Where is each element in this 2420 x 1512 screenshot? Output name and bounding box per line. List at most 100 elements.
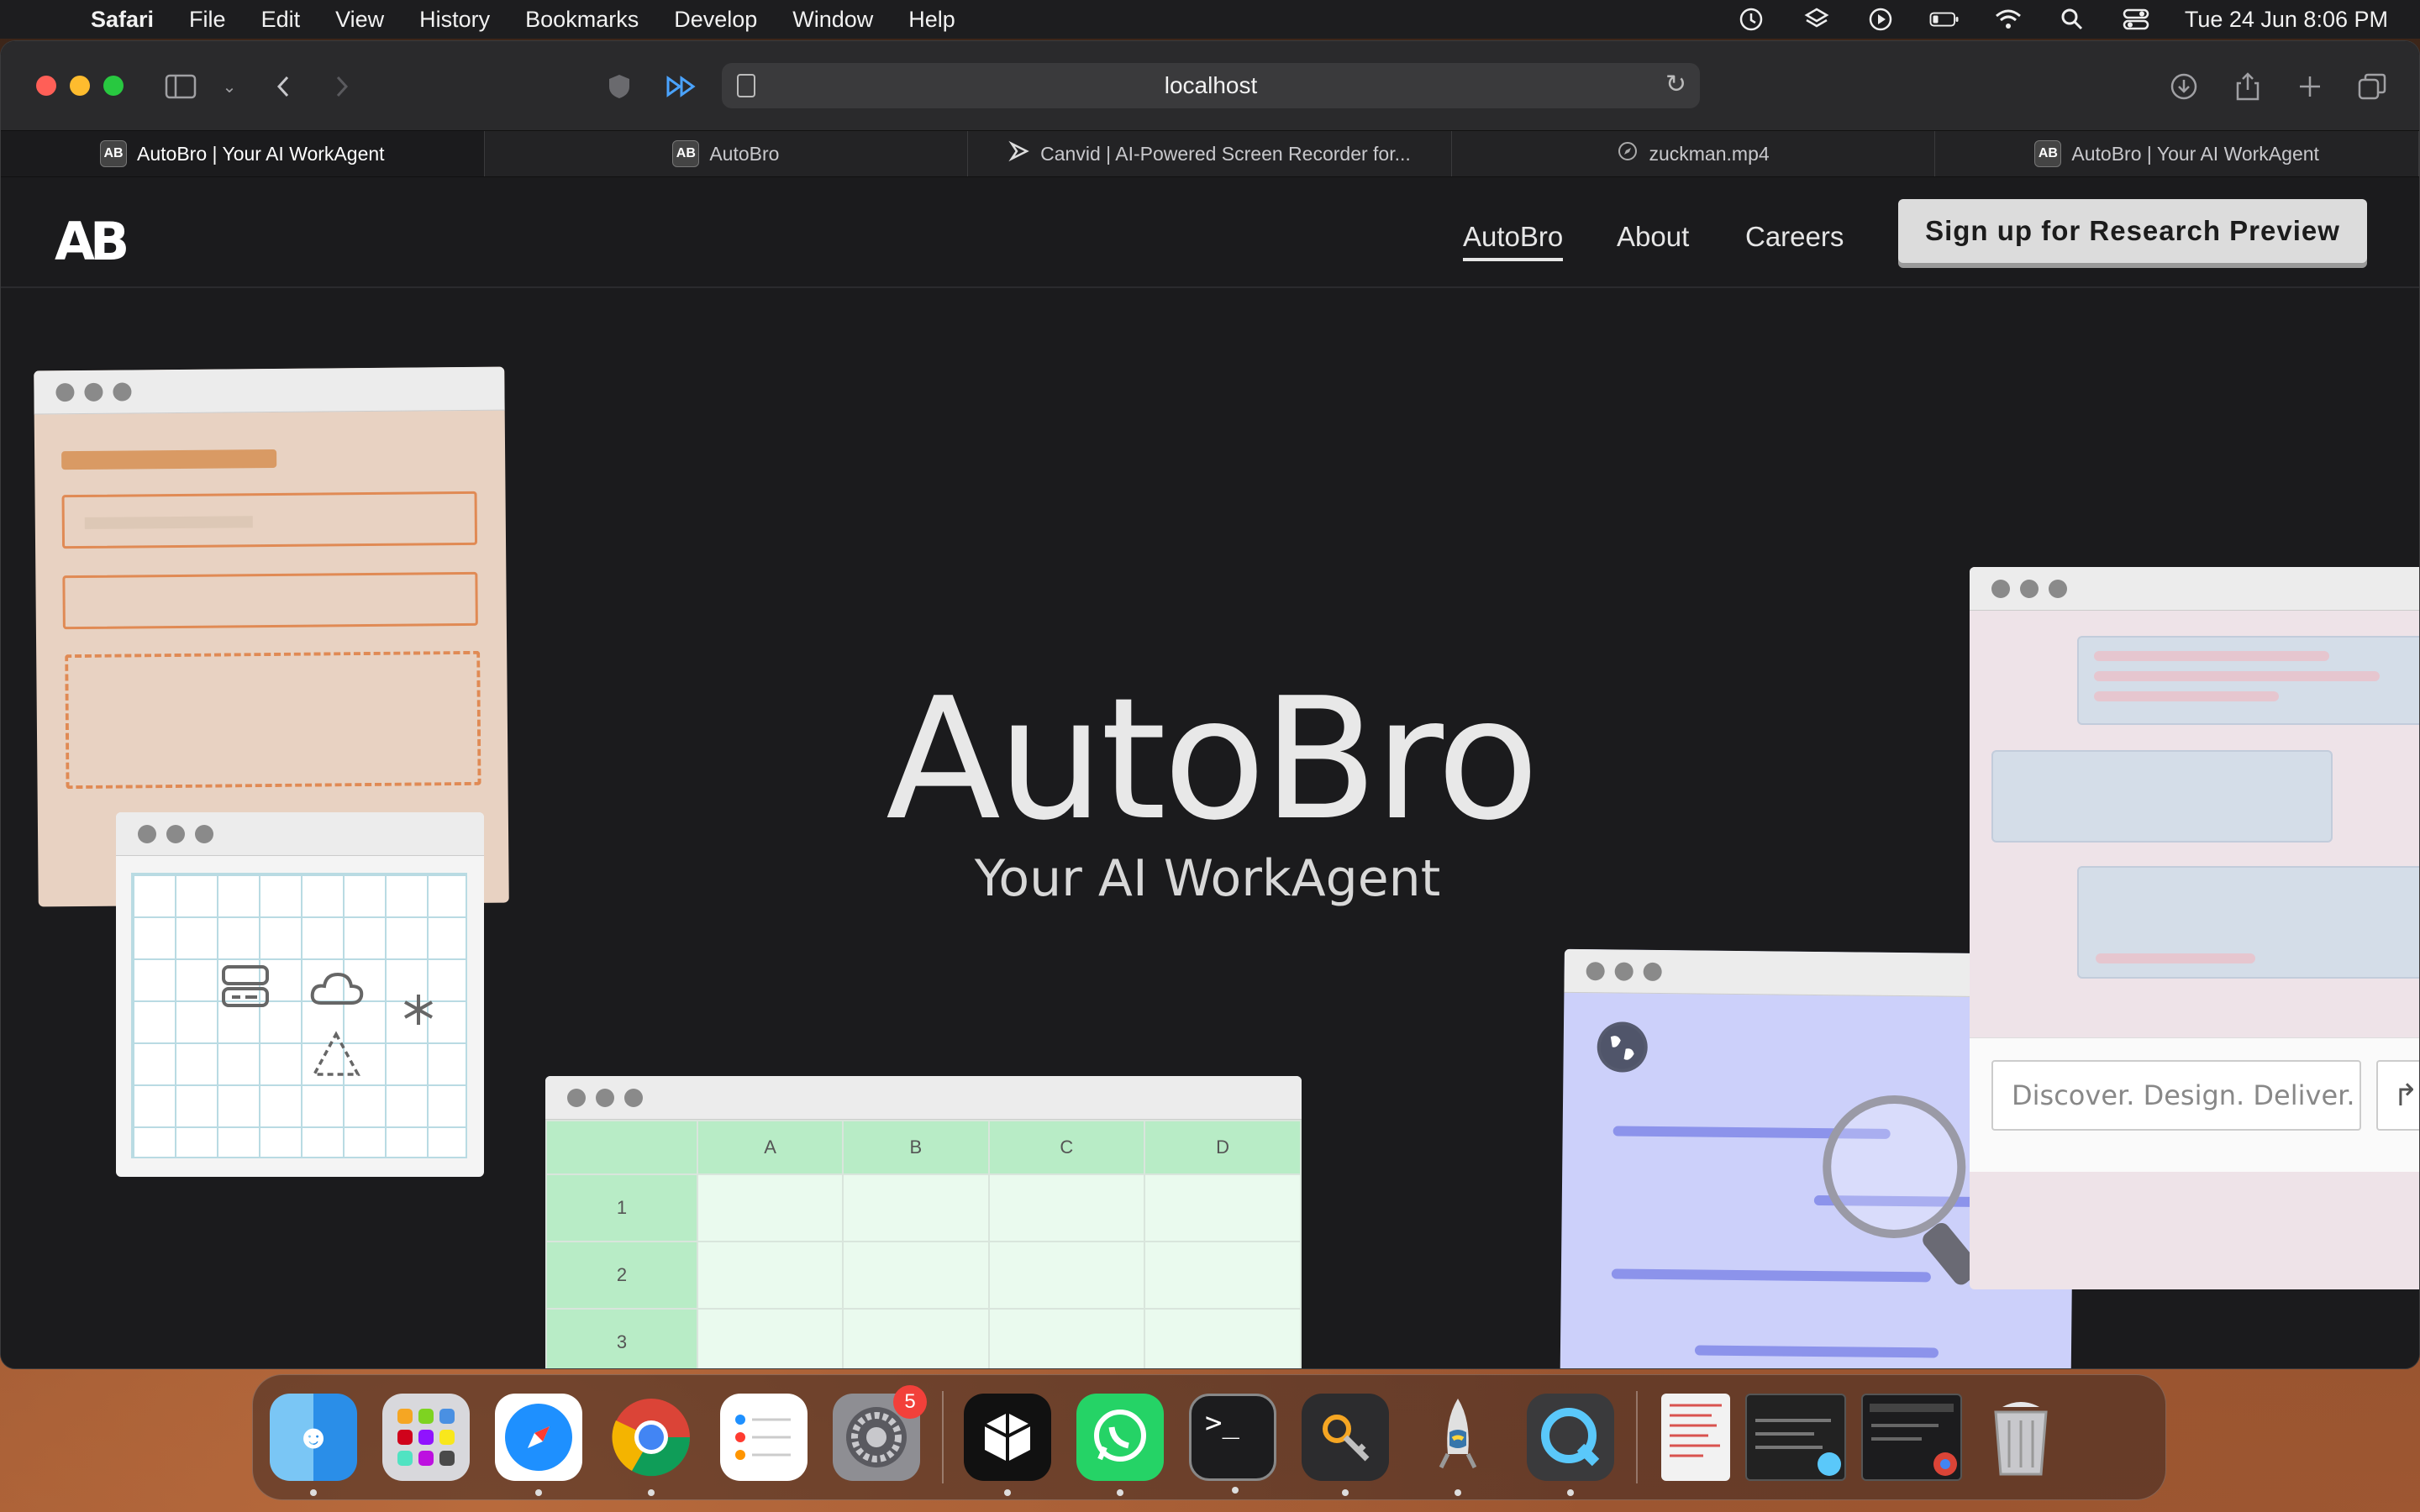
sheet-cell	[842, 1173, 990, 1242]
play-icon[interactable]	[1865, 8, 1896, 31]
zoom-window-button[interactable]	[103, 76, 124, 96]
dock-separator	[942, 1391, 944, 1483]
sheet-cell	[987, 1241, 1146, 1310]
nav-link-autobro[interactable]: AutoBro	[1463, 221, 1564, 261]
cloud-icon	[309, 967, 365, 1019]
chat-text-placeholder	[2094, 651, 2329, 661]
status-area: Tue 24 Jun 8:06 PM	[1738, 7, 2388, 33]
chat-text-placeholder	[2096, 953, 2255, 963]
row-header: 1	[545, 1173, 698, 1242]
menu-develop[interactable]: Develop	[674, 7, 757, 33]
privacy-shield-icon[interactable]	[602, 70, 636, 103]
reload-icon[interactable]: ↻	[1665, 70, 1686, 99]
dock-separator	[1636, 1391, 1638, 1483]
chrome-icon[interactable]	[608, 1394, 695, 1496]
downloads-icon[interactable]	[2167, 70, 2201, 103]
new-tab-icon[interactable]	[2293, 70, 2327, 103]
system-settings-icon[interactable]: 5	[833, 1385, 927, 1481]
sidebar-toggle-icon[interactable]	[164, 70, 197, 103]
tab-autobro-3[interactable]: AB AutoBro | Your AI WorkAgent	[1935, 131, 2419, 176]
tab-title: zuckman.mp4	[1649, 142, 1770, 165]
sheet-cell	[842, 1308, 990, 1368]
launchpad-icon[interactable]	[382, 1394, 470, 1481]
reminders-icon[interactable]	[720, 1394, 808, 1481]
fast-forward-extension-icon[interactable]	[665, 70, 698, 103]
minimize-window-button[interactable]	[70, 76, 90, 96]
autobro-logo[interactable]: AB	[55, 211, 129, 272]
research-preview-signup-button[interactable]: Sign up for Research Preview	[1898, 199, 2367, 263]
column-header: A	[696, 1120, 844, 1175]
wifi-icon[interactable]	[1993, 8, 2023, 31]
keychain-access-icon[interactable]	[1302, 1394, 1389, 1496]
safari-icon[interactable]	[495, 1394, 582, 1496]
web-page: AB AutoBro About Careers Sign up for Res…	[1, 179, 2419, 1368]
browser-toolbar: ⌄ localhost ↻	[1, 41, 2419, 130]
chat-input[interactable]: Discover. Design. Deliver.	[1991, 1060, 2361, 1131]
menu-help[interactable]: Help	[908, 7, 955, 33]
sheet-cell	[1144, 1308, 1302, 1368]
tab-title: Canvid | AI-Powered Screen Recorder for.…	[1040, 142, 1411, 165]
asterisk-icon	[402, 985, 435, 1037]
diagram-grid	[131, 873, 467, 1158]
menu-edit[interactable]: Edit	[261, 7, 301, 33]
chevron-down-icon[interactable]: ⌄	[213, 70, 246, 103]
tab-zuckman[interactable]: zuckman.mp4	[1452, 131, 1936, 176]
share-icon[interactable]	[2231, 70, 2265, 103]
trash-icon[interactable]	[1977, 1394, 2065, 1481]
menubar-clock[interactable]: Tue 24 Jun 8:06 PM	[2185, 7, 2388, 33]
document-thumbnail[interactable]	[1661, 1394, 1730, 1481]
autobro-favicon-icon: AB	[100, 140, 128, 167]
sheet-cell	[987, 1173, 1146, 1242]
nav-link-about[interactable]: About	[1617, 221, 1689, 253]
sheet-cell	[696, 1173, 844, 1242]
autobro-favicon-icon: AB	[672, 140, 700, 167]
screenshot-thumbnail[interactable]	[1745, 1394, 1846, 1481]
control-center-icon[interactable]	[2121, 8, 2151, 31]
window-titlebar	[1970, 567, 2419, 611]
nav-link-careers[interactable]: Careers	[1745, 221, 1844, 253]
back-icon[interactable]	[266, 70, 300, 103]
menu-app-name[interactable]: Safari	[91, 7, 154, 33]
forward-icon[interactable]	[325, 70, 359, 103]
menu-history[interactable]: History	[419, 7, 490, 33]
whatsapp-icon[interactable]	[1076, 1394, 1164, 1496]
sheet-cell	[1144, 1241, 1302, 1310]
tab-autobro-2[interactable]: AB AutoBro	[485, 131, 969, 176]
spotlight-search-icon[interactable]	[2057, 8, 2087, 31]
magnifier-icon	[1822, 1095, 1967, 1239]
browser-thumbnail[interactable]	[1861, 1394, 1962, 1481]
send-arrow-icon[interactable]: ↱	[2376, 1060, 2419, 1131]
quicktime-icon[interactable]	[1527, 1394, 1614, 1496]
finder-icon[interactable]: ☻	[270, 1394, 357, 1496]
row-header: 2	[545, 1241, 698, 1310]
form-field-placeholder	[61, 491, 478, 549]
autobro-favicon-icon: AB	[2034, 140, 2062, 167]
spreadsheet-illustration: A B C D 1 2 3 4	[545, 1076, 1302, 1368]
python-launcher-icon[interactable]	[1414, 1394, 1502, 1496]
menu-window[interactable]: Window	[792, 7, 873, 33]
battery-icon[interactable]	[1929, 8, 1960, 31]
close-window-button[interactable]	[36, 76, 56, 96]
column-header: B	[842, 1120, 990, 1175]
address-bar[interactable]: localhost ↻	[722, 63, 1700, 108]
menu-view[interactable]: View	[335, 7, 384, 33]
window-titlebar	[34, 366, 505, 415]
tab-autobro-1[interactable]: AB AutoBro | Your AI WorkAgent	[1, 131, 485, 176]
hero-subtitle: Your AI WorkAgent	[974, 849, 1441, 908]
terminal-icon[interactable]: >_	[1189, 1394, 1276, 1494]
form-heading-placeholder	[61, 449, 277, 470]
menu-file[interactable]: File	[189, 7, 226, 33]
time-machine-icon[interactable]	[1738, 8, 1768, 31]
menu-bar: Safari File Edit View History Bookmarks …	[0, 0, 2420, 39]
spreadsheet-table: A B C D 1 2 3 4	[545, 1120, 1302, 1368]
sheet-cell	[696, 1241, 844, 1310]
server-icon	[220, 962, 271, 1023]
layers-icon[interactable]	[1802, 8, 1832, 31]
result-line-placeholder	[1694, 1345, 1939, 1358]
tab-canvid[interactable]: Canvid | AI-Powered Screen Recorder for.…	[968, 131, 1452, 176]
page-menu-icon[interactable]	[737, 74, 755, 97]
sheet-cell	[842, 1241, 990, 1310]
menu-bookmarks[interactable]: Bookmarks	[525, 7, 639, 33]
tab-overview-icon[interactable]	[2355, 70, 2389, 103]
perplexity-icon[interactable]	[964, 1394, 1051, 1496]
